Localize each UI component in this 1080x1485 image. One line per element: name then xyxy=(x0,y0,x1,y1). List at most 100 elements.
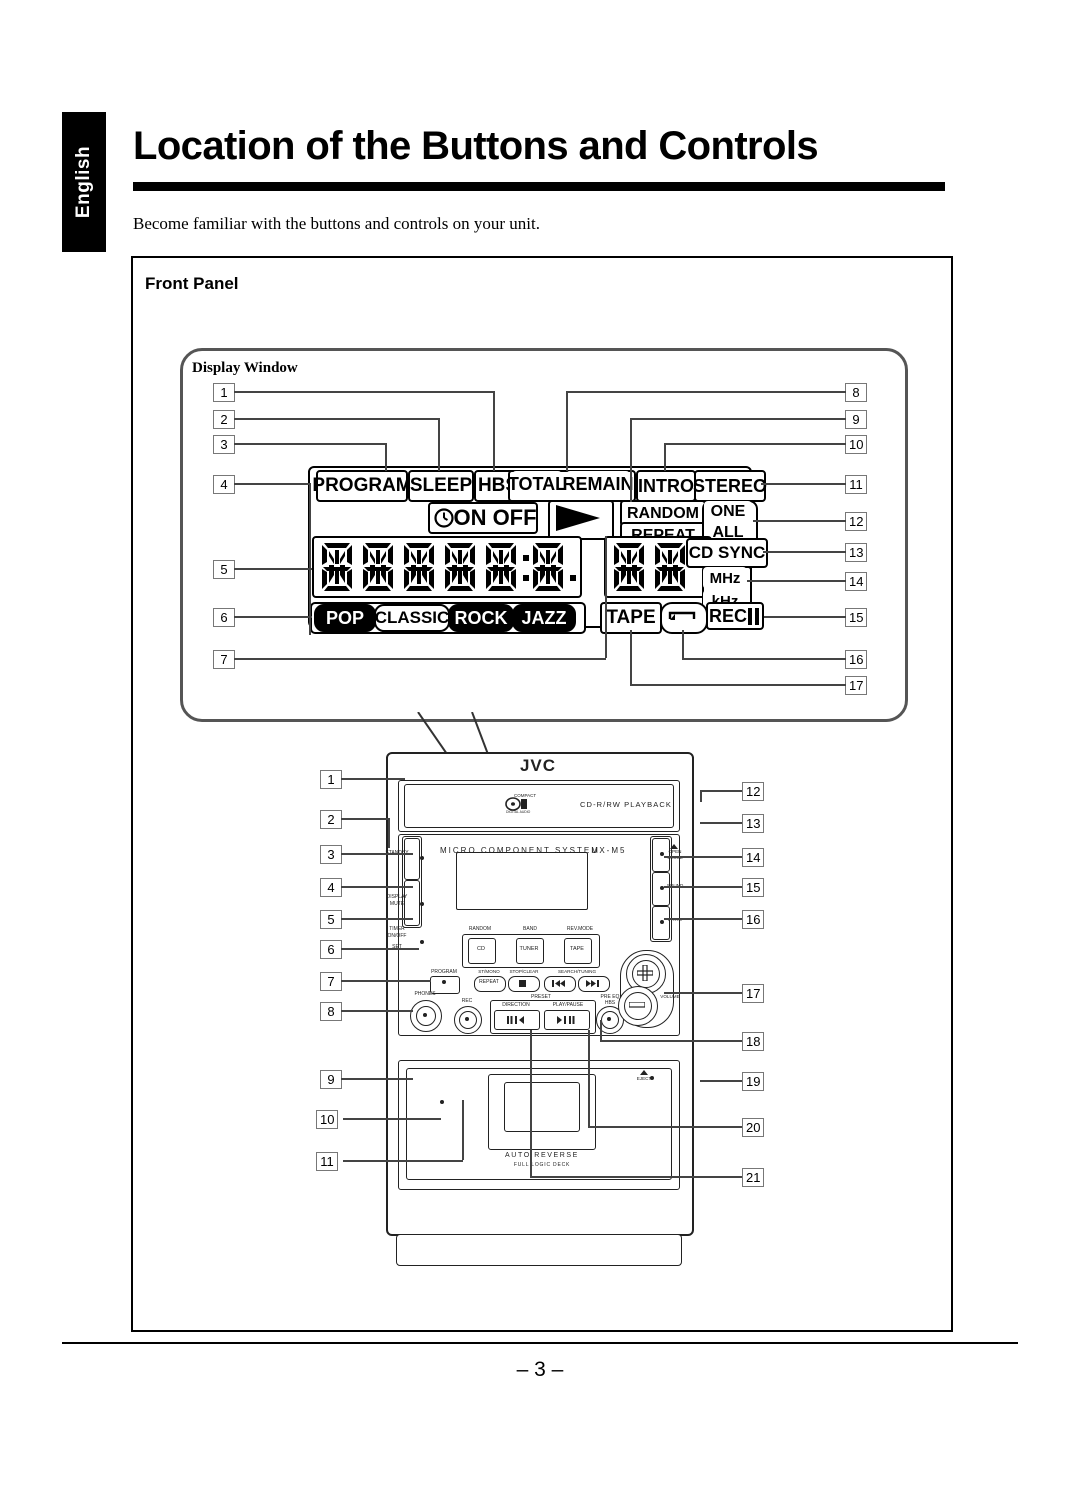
indicator-remain: REMAIN xyxy=(563,471,634,497)
pause-bars-icon xyxy=(748,608,759,625)
phones-label: PHONES xyxy=(414,991,436,997)
callout-dw-14: 14 xyxy=(845,572,868,591)
callout-unit-12: 12 xyxy=(742,782,765,801)
callout-dw-10: 10 xyxy=(845,435,868,454)
digit-separator-dot-lower xyxy=(570,541,576,593)
callout-dw-4: 4 xyxy=(213,475,235,494)
svg-text:DIGITAL AUDIO: DIGITAL AUDIO xyxy=(506,810,531,814)
footer-rule xyxy=(62,1342,1018,1344)
auto-reverse-text: AUTO REVERSE xyxy=(505,1152,579,1159)
sound-mode-pop: POP xyxy=(314,604,376,632)
digit-cell xyxy=(400,541,438,593)
st-mono-label: ST/MONO xyxy=(478,969,500,974)
callout-dw-12: 12 xyxy=(845,512,868,531)
cassette-window xyxy=(504,1082,580,1132)
digit-cell xyxy=(318,541,356,593)
front-panel-heading: Front Panel xyxy=(145,274,239,293)
cd-playback-text: CD-R/RW PLAYBACK xyxy=(580,800,672,809)
callout-unit-19: 19 xyxy=(742,1072,765,1091)
program-label: PROGRAM xyxy=(431,969,457,975)
callout-dw-17: 17 xyxy=(845,676,868,695)
callout-unit-4: 4 xyxy=(320,878,342,897)
play-triangle-icon xyxy=(556,505,600,531)
skip-forward-icon xyxy=(586,980,599,987)
digit-cell xyxy=(441,541,479,593)
callout-dw-3: 3 xyxy=(213,435,235,454)
callout-dw-15: 15 xyxy=(845,608,868,627)
indicator-program: PROGRAM xyxy=(312,470,412,502)
callout-unit-8: 8 xyxy=(320,1002,342,1021)
callout-dw-8: 8 xyxy=(845,383,867,402)
minus-icon xyxy=(629,1002,645,1008)
eject-icon xyxy=(640,1070,648,1075)
callout-unit-16: 16 xyxy=(742,910,765,929)
reverse-play-icon xyxy=(507,1016,524,1024)
display-mute-label: DISPLAY xyxy=(386,894,408,900)
indicator-one: ONE xyxy=(704,501,752,522)
callout-dw-6: 6 xyxy=(213,608,235,627)
indicator-cd-sync: CD SYNC xyxy=(686,538,768,568)
repeat-label: REPEAT xyxy=(479,979,499,985)
timer-onoff-label: ON/OFF xyxy=(387,933,407,939)
callout-unit-9: 9 xyxy=(320,1070,342,1089)
compact-disc-icon: COMPACT DIGITAL AUDIO xyxy=(505,793,536,814)
callout-unit-15: 15 xyxy=(742,878,765,897)
mute-label: MUTE xyxy=(389,901,405,907)
indicator-intro: INTRO xyxy=(636,470,696,502)
callout-unit-11: 11 xyxy=(316,1152,338,1171)
skip-back-icon xyxy=(552,980,565,987)
sound-mode-rock: ROCK xyxy=(448,604,514,632)
standby-button[interactable] xyxy=(404,838,420,880)
digit-cell xyxy=(610,541,648,593)
preset-label: PRESET xyxy=(530,994,551,1000)
display-window-label: Display Window xyxy=(192,360,298,376)
unit-display-area xyxy=(456,852,588,910)
reverse-loop-icon xyxy=(668,611,696,620)
play-pause-label: PLAY/PAUSE xyxy=(552,1002,584,1008)
callout-dw-13: 13 xyxy=(845,543,868,562)
language-tab: English xyxy=(62,112,106,252)
random-label: RANDOM xyxy=(468,926,492,932)
sound-mode-jazz: JAZZ xyxy=(512,604,576,632)
tuner-button-label: TUNER xyxy=(519,946,539,952)
callout-unit-18: 18 xyxy=(742,1032,765,1051)
callout-dw-16: 16 xyxy=(845,650,868,669)
svg-text:COMPACT: COMPACT xyxy=(514,793,536,798)
callout-unit-7: 7 xyxy=(320,972,342,991)
callout-unit-21: 21 xyxy=(742,1168,765,1187)
callout-unit-6: 6 xyxy=(320,940,342,959)
callout-unit-2: 2 xyxy=(320,810,342,829)
rec-label: REC xyxy=(461,998,473,1004)
sound-mode-classic: CLASSIC xyxy=(374,604,450,632)
callout-unit-13: 13 xyxy=(742,814,765,833)
digit-cell xyxy=(651,541,689,593)
indicator-total: TOTAL xyxy=(508,471,566,497)
language-tab-label: English xyxy=(73,145,94,219)
indicator-stereo: STEREO xyxy=(693,470,767,502)
callout-dw-1: 1 xyxy=(213,383,235,402)
unit-base xyxy=(396,1234,682,1266)
callout-unit-20: 20 xyxy=(742,1118,765,1137)
callout-unit-1: 1 xyxy=(320,770,342,789)
page-title: Location of the Buttons and Controls xyxy=(133,124,819,168)
callout-dw-9: 9 xyxy=(845,410,867,429)
callout-unit-3: 3 xyxy=(320,845,342,864)
search-tuning-label: SEARCH/TUNING xyxy=(557,969,597,974)
timer-label: TIMER xyxy=(389,926,405,932)
callout-unit-14: 14 xyxy=(742,848,765,867)
page-number: – 3 – xyxy=(516,1358,564,1381)
intro-text: Become familiar with the buttons and con… xyxy=(133,214,540,233)
stop-clear-label: STOP/CLEAR xyxy=(509,969,539,974)
main-digit-display xyxy=(312,536,582,598)
tape-button-label: TAPE xyxy=(570,946,584,952)
callout-unit-17: 17 xyxy=(742,984,765,1003)
digit-cell xyxy=(359,541,397,593)
callout-unit-10: 10 xyxy=(316,1110,339,1129)
model-text: UX-M5 xyxy=(591,846,627,855)
stop-square-icon xyxy=(519,980,526,987)
full-logic-deck-text: FULL LOGIC DECK xyxy=(513,1162,571,1168)
cd-button-label: CD xyxy=(477,946,485,952)
digit-separator-dots xyxy=(523,541,529,593)
callout-dw-11: 11 xyxy=(845,475,867,494)
callout-unit-5: 5 xyxy=(320,910,342,929)
